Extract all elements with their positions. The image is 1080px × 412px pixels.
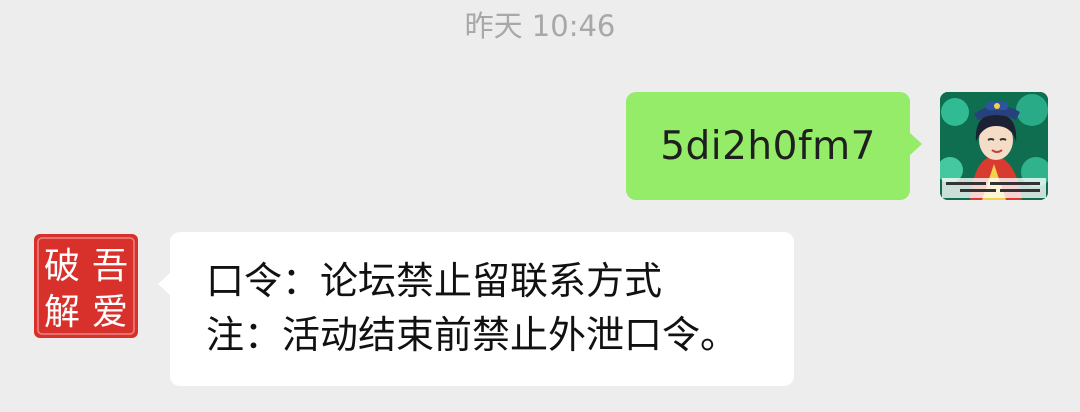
incoming-message-line: 口令：论坛禁止留联系方式 (206, 259, 663, 303)
svg-text:解: 解 (44, 292, 80, 333)
seal-logo-avatar[interactable]: 破 吾 解 爱 (32, 232, 140, 340)
svg-text:吾: 吾 (92, 246, 128, 287)
seal-logo-icon: 破 吾 解 爱 (34, 234, 138, 338)
message-row-incoming: 破 吾 解 爱 口令：论坛禁止留联系方式 注：活动结束前禁止外泄口令。 (32, 232, 794, 386)
anime-character-avatar[interactable] (940, 92, 1048, 200)
message-row-outgoing: 5di2h0fm7 (626, 92, 1048, 200)
incoming-message-bubble[interactable]: 口令：论坛禁止留联系方式 注：活动结束前禁止外泄口令。 (158, 232, 794, 386)
outgoing-message-text: 5di2h0fm7 (660, 123, 876, 169)
avatar-picture (940, 92, 1048, 200)
outgoing-message-bubble[interactable]: 5di2h0fm7 (626, 92, 922, 200)
chat-timestamp: 昨天 10:46 (464, 9, 616, 43)
svg-text:爱: 爱 (92, 292, 128, 333)
incoming-message-line: 注：活动结束前禁止外泄口令。 (206, 313, 739, 357)
svg-text:破: 破 (44, 246, 80, 287)
